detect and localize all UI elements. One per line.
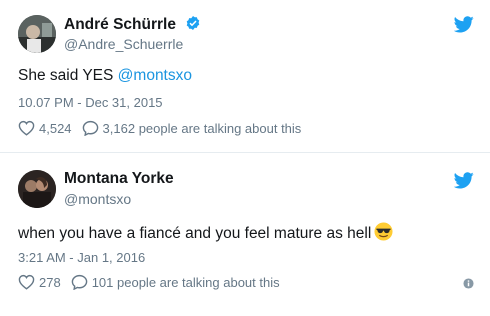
like-action[interactable]: 278 bbox=[18, 274, 61, 290]
like-action[interactable]: 4,524 bbox=[18, 120, 72, 136]
heart-icon bbox=[18, 274, 35, 290]
tweet-timestamp[interactable]: 3:21 AM - Jan 1, 2016 bbox=[18, 250, 145, 265]
tweet-actions: 278 101 people are talking about this bbox=[18, 274, 290, 290]
tweet-text-body: She said YES bbox=[18, 67, 118, 84]
avatar[interactable] bbox=[18, 170, 56, 208]
speech-bubble-icon bbox=[82, 120, 98, 136]
twitter-bird-icon[interactable] bbox=[454, 172, 474, 189]
twitter-bird-icon[interactable] bbox=[454, 16, 474, 33]
tweet-card-1[interactable]: André Schürrle @Andre_Schuerrle She said… bbox=[0, 0, 490, 152]
mention-link[interactable]: @montsxo bbox=[118, 67, 192, 84]
tweet-actions: 4,524 3,162 people are talking about thi… bbox=[18, 120, 311, 136]
tweet-timestamp[interactable]: 10.07 PM - Dec 31, 2015 bbox=[18, 95, 163, 110]
heart-icon bbox=[18, 120, 35, 136]
author-handle[interactable]: @Andre_Schuerrle bbox=[64, 36, 183, 52]
like-count: 4,524 bbox=[39, 120, 72, 136]
reply-action[interactable]: 101 people are talking about this bbox=[71, 274, 280, 290]
author-handle[interactable]: @montsxo bbox=[64, 191, 131, 207]
reply-action[interactable]: 3,162 people are talking about this bbox=[82, 120, 302, 136]
tweet-text: when you have a fiancé and you feel matu… bbox=[18, 222, 393, 243]
author-name-text[interactable]: André Schürrle bbox=[64, 16, 176, 33]
info-icon[interactable] bbox=[463, 278, 474, 289]
talking-count: 3,162 people are talking about this bbox=[102, 120, 302, 136]
tweet-card-2[interactable]: Montana Yorke @montsxo when you have a f… bbox=[0, 152, 490, 316]
speech-bubble-icon bbox=[71, 274, 87, 290]
verified-badge-icon bbox=[187, 16, 200, 30]
author-name[interactable]: Montana Yorke bbox=[64, 170, 174, 188]
author-name[interactable]: André Schürrle bbox=[64, 15, 201, 34]
like-count: 278 bbox=[39, 274, 61, 290]
tweet-text: She said YES @montsxo bbox=[18, 67, 192, 85]
talking-count: 101 people are talking about this bbox=[91, 274, 280, 290]
avatar[interactable] bbox=[18, 15, 56, 53]
sunglasses-emoji-icon bbox=[374, 222, 393, 241]
avatar-photo bbox=[18, 15, 56, 53]
tweet-text-body: when you have a fiancé and you feel matu… bbox=[18, 225, 372, 242]
avatar-photo bbox=[18, 170, 56, 208]
